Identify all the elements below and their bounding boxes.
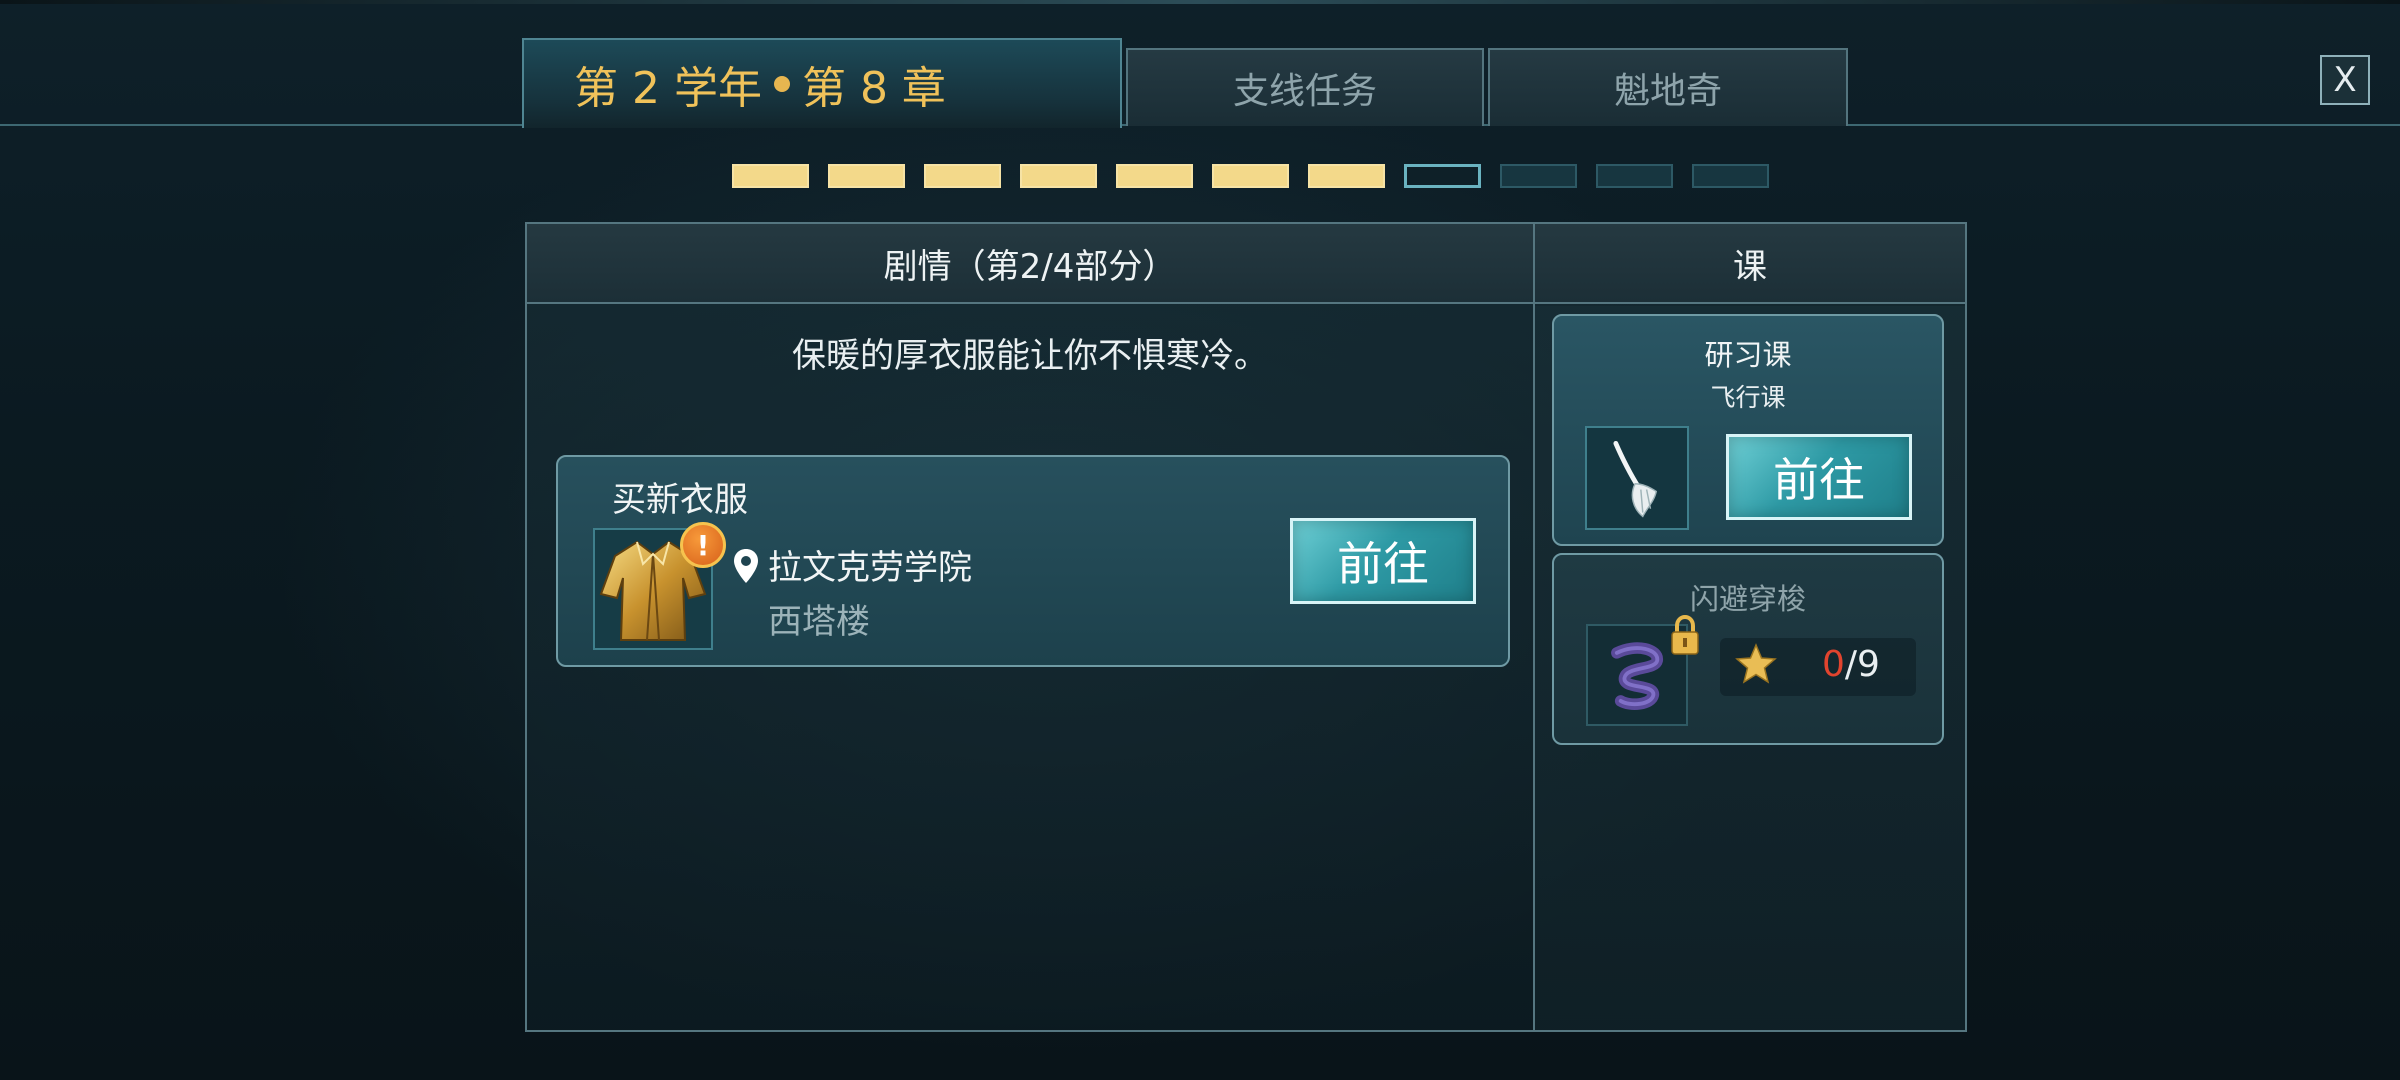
quest-sublocation: 西塔楼 bbox=[768, 602, 870, 642]
star-score: 0/9 bbox=[1822, 644, 1880, 685]
class-go-button[interactable]: 前往 bbox=[1726, 434, 1912, 520]
tab-side-quests[interactable]: 支线任务 bbox=[1126, 48, 1484, 126]
progress-segment bbox=[1596, 164, 1673, 188]
progress-segment bbox=[1020, 164, 1097, 188]
tab-quidditch-label: 魁地奇 bbox=[1613, 71, 1722, 112]
quest-location: 拉文克劳学院 bbox=[768, 548, 972, 588]
score-current: 0 bbox=[1822, 644, 1845, 685]
chapter-progress bbox=[732, 164, 1769, 188]
class-go-label: 前往 bbox=[1773, 453, 1865, 507]
close-button[interactable]: X bbox=[2320, 55, 2370, 105]
tab-main-story[interactable]: 第 2 学年 第 8 章 bbox=[522, 38, 1122, 128]
class-header: 课 bbox=[1535, 224, 1965, 304]
progress-segment bbox=[924, 164, 1001, 188]
progress-segment bbox=[828, 164, 905, 188]
score-total: 9 bbox=[1857, 644, 1880, 685]
locked-class-title: 闪避穿梭 bbox=[1689, 582, 1806, 616]
column-divider bbox=[1533, 222, 1535, 1032]
quest-go-button[interactable]: 前往 bbox=[1290, 518, 1476, 604]
broom-icon bbox=[1585, 426, 1689, 530]
lock-icon bbox=[1671, 614, 1699, 655]
story-description: 保暖的厚衣服能让你不惧寒冷。 bbox=[792, 336, 1268, 376]
progress-segment bbox=[1692, 164, 1769, 188]
story-header-label: 剧情（第2/4部分） bbox=[883, 246, 1177, 287]
tab-side-quests-label: 支线任务 bbox=[1232, 71, 1377, 112]
progress-segment bbox=[1500, 164, 1577, 188]
separator-dot bbox=[773, 76, 790, 92]
location-pin-icon bbox=[734, 549, 758, 583]
alert-badge: ! bbox=[680, 522, 726, 568]
tab-year-label: 第 2 学年 bbox=[574, 63, 762, 114]
story-header: 剧情（第2/4部分） bbox=[527, 224, 1533, 304]
star-icon bbox=[1735, 643, 1777, 684]
quest-title: 买新衣服 bbox=[612, 480, 748, 520]
progress-segment bbox=[1116, 164, 1193, 188]
close-icon: X bbox=[2333, 60, 2357, 100]
score-separator: / bbox=[1844, 644, 1858, 685]
study-class-subtitle: 飞行课 bbox=[1710, 383, 1786, 412]
top-border bbox=[0, 0, 2400, 4]
study-class-title: 研习课 bbox=[1704, 338, 1792, 372]
tab-quidditch[interactable]: 魁地奇 bbox=[1488, 48, 1848, 126]
progress-segment bbox=[1404, 164, 1481, 188]
quest-go-label: 前往 bbox=[1337, 537, 1429, 591]
progress-segment bbox=[732, 164, 809, 188]
progress-segment bbox=[1308, 164, 1385, 188]
progress-segment bbox=[1212, 164, 1289, 188]
tab-chapter-label: 第 8 章 bbox=[801, 63, 946, 114]
class-header-label: 课 bbox=[1733, 246, 1767, 287]
